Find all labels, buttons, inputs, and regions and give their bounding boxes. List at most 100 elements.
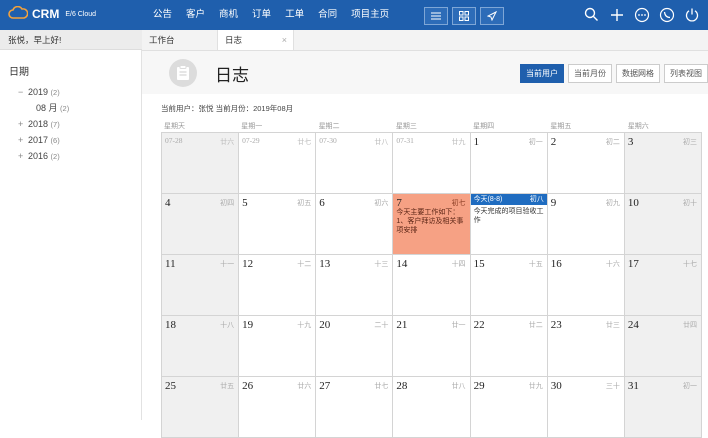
log-entry[interactable]: 今天主要工作如下：1、客户拜访及相关事项安排 <box>396 208 466 235</box>
more-icon[interactable] <box>633 6 650 23</box>
main-content: 日志 当前用户 当前月份 数据网格 列表视图 当前用户：张悦 当前月份：2019… <box>142 51 708 438</box>
calendar-day[interactable]: 17 十七 <box>624 255 702 316</box>
calendar-day[interactable]: 13 十三 <box>316 255 394 316</box>
tab-workbench[interactable]: 工作台 <box>142 30 217 50</box>
brand-name: CRM <box>32 7 60 21</box>
calendar-day[interactable]: 19 十九 <box>239 316 317 377</box>
tab-log[interactable]: 日志 × <box>217 30 294 50</box>
calendar-day[interactable]: 07-29 廿七 <box>239 133 317 194</box>
calendar-day[interactable]: 1 初一 <box>470 133 548 194</box>
nav-order[interactable]: 订单 <box>245 0 278 30</box>
grid-icon[interactable] <box>452 7 476 25</box>
tree-item-2018[interactable]: +2018 (7) <box>18 116 69 132</box>
lunar-date: 初一 <box>528 139 543 146</box>
day-number: 22 <box>473 319 485 331</box>
day-number: 11 <box>165 258 176 270</box>
tab-bar: 工作台 日志 × <box>142 30 708 51</box>
lunar-date: 十五 <box>528 261 543 268</box>
current-user-button[interactable]: 当前用户 <box>520 64 564 83</box>
close-icon[interactable]: × <box>282 30 287 50</box>
view-buttons: 当前用户 当前月份 数据网格 列表视图 <box>520 64 708 83</box>
day-number: 3 <box>627 136 634 148</box>
lunar-date: 廿六 <box>297 383 312 390</box>
calendar-day[interactable]: 21 廿一 <box>393 316 471 377</box>
list-view-button[interactable]: 列表视图 <box>664 64 708 83</box>
calendar-day[interactable]: 3 初三 <box>624 133 702 194</box>
calendar-day[interactable]: 9 初九 <box>547 194 625 255</box>
calendar-day[interactable]: 11 十一 <box>162 255 240 316</box>
calendar-day[interactable]: 15 十五 <box>470 255 548 316</box>
lunar-date: 十三 <box>374 261 389 268</box>
tree-item-2019-08[interactable]: 08 月 (2) <box>18 100 69 116</box>
expand-icon[interactable]: + <box>18 132 28 148</box>
nav-ticket[interactable]: 工单 <box>278 0 311 30</box>
nav-customer[interactable]: 客户 <box>179 0 212 30</box>
collapse-icon[interactable]: − <box>18 84 28 100</box>
day-number: 今天(8-8) <box>473 196 503 203</box>
nav-project-home[interactable]: 项目主页 <box>344 0 396 30</box>
calendar-day-today[interactable]: 今天(8-8) 初八 今天完成的项目验收工作 <box>470 194 548 255</box>
calendar-day[interactable]: 22 廿二 <box>470 316 548 377</box>
nav-opportunity[interactable]: 商机 <box>212 0 245 30</box>
calendar-day[interactable]: 4 初四 <box>162 194 240 255</box>
calendar-day[interactable]: 12 十二 <box>239 255 317 316</box>
calendar-day[interactable]: 10 初十 <box>624 194 702 255</box>
calendar-day[interactable]: 6 初六 <box>316 194 394 255</box>
weekday-label: 星期二 <box>318 123 340 130</box>
phone-icon[interactable] <box>658 6 675 23</box>
calendar-day[interactable]: 2 初二 <box>547 133 625 194</box>
day-number: 27 <box>319 380 331 392</box>
send-icon[interactable] <box>480 7 504 25</box>
calendar-day[interactable]: 7 初七 今天主要工作如下：1、客户拜访及相关事项安排 <box>393 194 471 255</box>
tree-item-2016[interactable]: +2016 (2) <box>18 148 69 164</box>
nav-contract[interactable]: 合同 <box>311 0 344 30</box>
calendar-day[interactable]: 24 廿四 <box>624 316 702 377</box>
lunar-date: 廿五 <box>220 383 235 390</box>
calendar-day[interactable]: 30 三十 <box>547 377 625 438</box>
lunar-date: 廿六 <box>220 139 235 146</box>
calendar-day[interactable]: 07-31 廿九 <box>393 133 471 194</box>
calendar-day[interactable]: 07-30 廿八 <box>316 133 394 194</box>
logo[interactable]: CRM E/6 Cloud <box>8 5 96 22</box>
plus-icon[interactable] <box>608 6 625 23</box>
expand-icon[interactable]: + <box>18 148 28 164</box>
calendar-day[interactable]: 16 十六 <box>547 255 625 316</box>
lunar-date: 三十 <box>605 383 620 390</box>
day-number: 10 <box>627 197 639 209</box>
current-month-button[interactable]: 当前月份 <box>568 64 612 83</box>
calendar-day[interactable]: 07-28 廿六 <box>162 133 240 194</box>
day-number: 2 <box>550 136 557 148</box>
day-number: 07-29 <box>242 136 260 145</box>
calendar-day[interactable]: 31 初一 <box>624 377 702 438</box>
tree-item-2017[interactable]: +2017 (6) <box>18 132 69 148</box>
nav-announcement[interactable]: 公告 <box>146 0 179 30</box>
calendar-day[interactable]: 18 十八 <box>162 316 240 377</box>
tree-item-2019[interactable]: −2019 (2) <box>18 84 69 100</box>
sidebar: 日期 −2019 (2) 08 月 (2) +2018 (7) +2017 (6… <box>0 50 142 420</box>
calendar-day[interactable]: 26 廿六 <box>239 377 317 438</box>
day-number: 07-28 <box>165 136 183 145</box>
lunar-date: 十九 <box>297 322 312 329</box>
calendar-day[interactable]: 29 廿九 <box>470 377 548 438</box>
calendar-day[interactable]: 28 廿八 <box>393 377 471 438</box>
power-icon[interactable] <box>683 6 700 23</box>
lunar-date: 廿四 <box>683 322 697 329</box>
calendar-day[interactable]: 25 廿五 <box>162 377 240 438</box>
data-grid-button[interactable]: 数据网格 <box>616 64 660 83</box>
tree-label: 08 月 <box>36 103 58 113</box>
search-icon[interactable] <box>583 6 600 23</box>
calendar-day[interactable]: 20 二十 <box>316 316 394 377</box>
calendar-day[interactable]: 14 十四 <box>393 255 471 316</box>
weekday-label: 星期六 <box>627 123 649 130</box>
lunar-date: 廿七 <box>374 383 389 390</box>
log-entry[interactable]: 今天完成的项目验收工作 <box>474 207 544 225</box>
greeting: 张悦，早上好! <box>0 30 142 50</box>
day-number: 29 <box>473 380 485 392</box>
calendar-day[interactable]: 23 廿三 <box>547 316 625 377</box>
toolbar-buttons <box>424 7 504 25</box>
calendar-day[interactable]: 5 初五 <box>239 194 317 255</box>
expand-icon[interactable]: + <box>18 116 28 132</box>
lunar-date: 初十 <box>683 200 697 207</box>
menu-icon[interactable] <box>424 7 448 25</box>
calendar-day[interactable]: 27 廿七 <box>316 377 394 438</box>
